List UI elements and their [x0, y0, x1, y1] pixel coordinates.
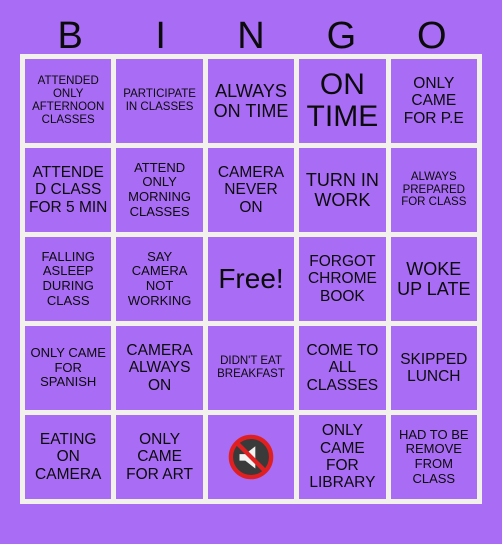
bingo-cell-label: ATTENDED CLASS FOR 5 MIN — [29, 163, 108, 216]
bingo-cell-label: ALWAYS PREPARED FOR CLASS — [401, 170, 467, 209]
bingo-header-letter-b: B — [57, 15, 83, 57]
bingo-cell-3[interactable]: ALWAYS ON TIME — [207, 59, 295, 143]
bingo-cell-20[interactable]: SKIPPED LUNCH — [390, 326, 477, 410]
bingo-cell-label: COME TO ALL CLASSES — [306, 341, 379, 394]
bingo-cell-label: TURN IN WORK — [305, 169, 379, 210]
bingo-cell-24[interactable]: ONLY CAME FOR LIBRARY — [299, 415, 386, 499]
bingo-cell-label: SAY CAMERA NOT WORKING — [127, 248, 192, 308]
bingo-header-letter-g: G — [326, 15, 357, 57]
bingo-cell-label: ONLY CAME FOR ART — [126, 430, 194, 483]
bingo-cell-15[interactable]: WOKE UP LATE — [390, 237, 477, 321]
bingo-cell-label: DIDN'T EAT BREAKFAST — [217, 355, 285, 380]
bingo-cell-14[interactable]: FORGOT CHROME BOOK — [299, 237, 386, 321]
bingo-cell-label: CAMERA ALWAYS ON — [126, 341, 193, 394]
bingo-cell-23[interactable] — [207, 415, 295, 499]
bingo-cell-label: PARTICIPATE IN CLASSES — [123, 88, 196, 113]
bingo-cell-16[interactable]: ONLY CAME FOR SPANISH — [25, 326, 112, 410]
bingo-cell-7[interactable]: ATTEND ONLY MORNING CLASSES — [116, 148, 203, 232]
bingo-cell-free-space[interactable]: Free! — [207, 237, 295, 321]
bingo-cell-label: ATTENDED ONLY AFTERNOON CLASSES — [32, 75, 105, 126]
bingo-cell-label: ONLY CAME FOR SPANISH — [30, 345, 106, 390]
bingo-cell-label: HAD TO BE REMOVE FROM CLASS — [398, 426, 469, 486]
bingo-cell-9[interactable]: TURN IN WORK — [299, 148, 386, 232]
bingo-cell-label: ALWAYS ON TIME — [213, 80, 289, 121]
bingo-cell-label: FORGOT CHROME BOOK — [307, 252, 377, 305]
bingo-grid: ATTENDED ONLY AFTERNOON CLASSES PARTICIPA… — [25, 59, 477, 499]
bingo-cell-21[interactable]: EATING ON CAMERA — [25, 415, 112, 499]
bingo-cell-5[interactable]: ONLY CAME FOR P.E — [390, 59, 477, 143]
bingo-cell-label: Free! — [218, 263, 284, 295]
bingo-header-letter-n: N — [237, 15, 265, 57]
bingo-header-letter-i: I — [155, 15, 166, 57]
bingo-cell-10[interactable]: ALWAYS PREPARED FOR CLASS — [390, 148, 477, 232]
bingo-header-row: B I N G O — [25, 0, 477, 57]
bingo-cell-8[interactable]: CAMERA NEVER ON — [207, 148, 295, 232]
bingo-cell-25[interactable]: HAD TO BE REMOVE FROM CLASS — [390, 415, 477, 499]
muted-speaker-icon — [228, 434, 274, 480]
bingo-header-letter-o: O — [417, 15, 447, 57]
bingo-cell-12[interactable]: SAY CAMERA NOT WORKING — [116, 237, 203, 321]
bingo-cell-18[interactable]: DIDN'T EAT BREAKFAST — [207, 326, 295, 410]
bingo-cell-1[interactable]: ATTENDED ONLY AFTERNOON CLASSES — [25, 59, 112, 143]
bingo-cell-label: ON TIME — [306, 67, 379, 133]
bingo-grid-container: ATTENDED ONLY AFTERNOON CLASSES PARTICIPA… — [20, 54, 482, 504]
bingo-cell-label: ONLY CAME FOR P.E — [403, 74, 464, 127]
bingo-cell-6[interactable]: ATTENDED CLASS FOR 5 MIN — [25, 148, 112, 232]
bingo-cell-2[interactable]: PARTICIPATE IN CLASSES — [116, 59, 203, 143]
bingo-cell-17[interactable]: CAMERA ALWAYS ON — [116, 326, 203, 410]
bingo-card: B I N G O ATTENDED ONLY AFTERNOON CLASSE… — [0, 0, 502, 544]
bingo-cell-4[interactable]: ON TIME — [299, 59, 386, 143]
bingo-cell-label: EATING ON CAMERA — [35, 430, 102, 483]
bingo-cell-label: CAMERA NEVER ON — [217, 163, 285, 216]
bingo-cell-label: SKIPPED LUNCH — [400, 350, 468, 385]
bingo-cell-19[interactable]: COME TO ALL CLASSES — [299, 326, 386, 410]
bingo-cell-11[interactable]: FALLING ASLEEP DURING CLASS — [25, 237, 112, 321]
bingo-cell-label: ATTEND ONLY MORNING CLASSES — [128, 159, 192, 219]
bingo-cell-label: ONLY CAME FOR LIBRARY — [309, 422, 376, 492]
bingo-cell-label: FALLING ASLEEP DURING CLASS — [41, 248, 95, 308]
bingo-cell-22[interactable]: ONLY CAME FOR ART — [116, 415, 203, 499]
bingo-cell-label: WOKE UP LATE — [397, 258, 471, 299]
